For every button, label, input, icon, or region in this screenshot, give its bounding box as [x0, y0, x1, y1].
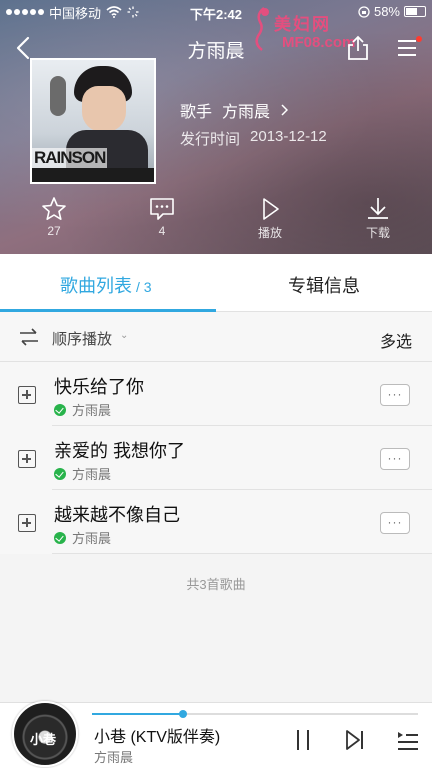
more-options-button[interactable]: ···	[380, 448, 410, 470]
disc-text: 小巷	[30, 732, 57, 747]
now-playing-artist: 方雨晨	[94, 750, 134, 765]
singer-link[interactable]: 歌手 方雨晨	[180, 98, 289, 122]
download-label: 下载	[365, 226, 390, 240]
star-icon	[42, 197, 66, 220]
progress-knob[interactable]	[179, 710, 188, 718]
tab-album-info-label: 专辑信息	[288, 276, 360, 296]
list-toolbar: 顺序播放 ⌄ 多选	[0, 312, 432, 362]
check-circle-icon	[54, 531, 66, 544]
add-to-playlist-icon[interactable]	[18, 386, 36, 404]
share-button[interactable]	[344, 34, 372, 62]
favorite-button[interactable]: 27	[24, 196, 84, 238]
song-title: 亲爱的 我想你了	[54, 441, 186, 461]
singer-name: 方雨晨	[222, 104, 271, 121]
chevron-right-icon	[281, 104, 289, 116]
play-button[interactable]: 播放	[240, 196, 300, 241]
song-artist: 方雨晨	[72, 403, 112, 418]
chevron-down-icon: ⌄	[120, 330, 129, 341]
song-artist-line: 方雨晨	[54, 400, 111, 419]
song-artist: 方雨晨	[72, 467, 112, 482]
release-date: 2013-12-12	[250, 128, 327, 145]
song-title: 越来越不像自己	[54, 505, 180, 525]
now-playing-disc[interactable]: 小巷	[12, 701, 78, 767]
add-to-playlist-icon[interactable]	[18, 450, 36, 468]
tab-album-info[interactable]: 专辑信息	[288, 272, 360, 298]
comment-button[interactable]: 4	[132, 196, 192, 238]
song-row[interactable]: 越来越不像自己 方雨晨 ···	[0, 490, 432, 554]
favorite-count: 27	[47, 224, 61, 238]
tab-song-count: / 3	[136, 279, 152, 295]
battery-icon	[404, 6, 426, 17]
song-total: 共3首歌曲	[186, 577, 246, 592]
status-bar: 中国移动 下午2:42 58%	[0, 0, 432, 24]
song-row[interactable]: 快乐给了你 方雨晨 ···	[0, 362, 432, 426]
comment-icon	[150, 198, 174, 220]
sequential-play-icon[interactable]	[18, 328, 40, 346]
more-options-button[interactable]: ···	[380, 512, 410, 534]
song-title: 快乐给了你	[54, 377, 144, 397]
lock-rotation-icon	[358, 5, 370, 18]
notification-dot	[416, 36, 422, 42]
song-row[interactable]: 亲爱的 我想你了 方雨晨 ···	[0, 426, 432, 490]
release-label: 发行时间	[180, 131, 241, 148]
song-list: 快乐给了你 方雨晨 ··· 亲爱的 我想你了 方雨晨 ··· 越来越不像自己 方…	[0, 362, 432, 554]
mini-player[interactable]: 小巷 小巷 (KTV版伴奏) 方雨晨	[0, 701, 432, 768]
add-to-playlist-icon[interactable]	[18, 514, 36, 532]
download-icon	[368, 198, 388, 219]
song-artist-line: 方雨晨	[54, 464, 111, 483]
multi-select-button[interactable]: 多选	[380, 328, 412, 352]
song-artist-line: 方雨晨	[54, 528, 111, 547]
check-circle-icon	[54, 467, 66, 480]
play-order-button[interactable]: 顺序播放	[52, 328, 112, 349]
play-label: 播放	[257, 226, 282, 240]
pause-button[interactable]	[292, 727, 314, 753]
row-divider	[52, 553, 432, 554]
download-button[interactable]: 下载	[348, 196, 408, 241]
check-circle-icon	[54, 403, 66, 416]
more-options-button[interactable]: ···	[380, 384, 410, 406]
album-header: 中国移动 下午2:42 58% 美妇网 MF08.com 方雨晨 RAINSON…	[0, 0, 432, 254]
cover-text: RAINSON	[32, 148, 108, 168]
play-icon	[263, 198, 279, 220]
song-artist: 方雨晨	[72, 531, 112, 546]
tab-song-list[interactable]: 歌曲列表/ 3	[60, 272, 152, 298]
album-actions: 27 4 播放 下载	[0, 196, 432, 246]
tab-bar: 歌曲列表/ 3 专辑信息	[0, 254, 432, 312]
release-info: 发行时间 2013-12-12	[180, 128, 327, 149]
now-playing-title: 小巷 (KTV版伴奏)	[94, 729, 221, 746]
playlist-button[interactable]	[396, 727, 420, 753]
progress-fill	[92, 713, 184, 715]
album-cover[interactable]: RAINSON	[30, 58, 156, 184]
battery-percent: 58%	[373, 4, 400, 19]
singer-label: 歌手	[180, 104, 213, 121]
tab-song-list-label: 歌曲列表	[60, 276, 132, 296]
next-track-button[interactable]	[344, 727, 366, 753]
comment-count: 4	[158, 224, 166, 238]
progress-bar[interactable]	[92, 710, 418, 718]
